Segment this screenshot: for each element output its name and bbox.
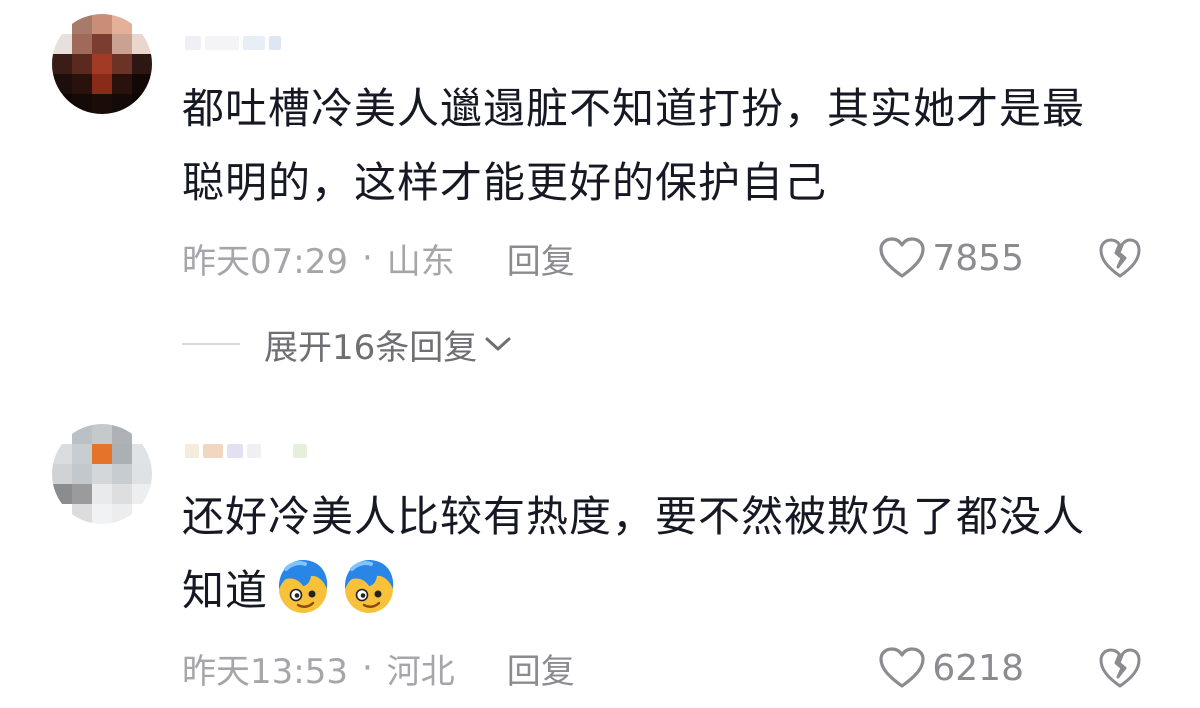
like-count: 6218 — [932, 647, 1024, 689]
expand-replies-button[interactable]: 展开16条回复 — [182, 322, 513, 368]
location: 山东 — [386, 241, 455, 282]
blue-hair-face-emoji — [278, 560, 328, 613]
avatar-mosaic — [52, 14, 152, 114]
meta-separator: · — [361, 238, 373, 278]
avatar-mosaic — [52, 424, 152, 524]
timestamp: 昨天13:53 — [182, 651, 348, 692]
timestamp: 昨天07:29 — [182, 241, 348, 282]
heart-icon — [879, 237, 925, 278]
comment-text-line: 还好冷美人比较有热度，要不然被欺负了都没人 — [182, 492, 1086, 541]
reply-button[interactable]: 回复 — [507, 644, 575, 693]
chevron-down-icon — [485, 337, 511, 351]
blue-hair-face-emoji — [344, 560, 394, 613]
heart-icon — [879, 647, 925, 688]
like-button[interactable]: 7855 — [878, 234, 1024, 282]
like-count: 7855 — [932, 237, 1024, 279]
username-blurred[interactable] — [185, 440, 325, 462]
avatar[interactable] — [52, 424, 152, 524]
username-blurred[interactable] — [185, 32, 325, 54]
comment-text: 都吐槽冷美人邋遢脏不知道打扮，其实她才是最 聪明的，这样才能更好的保护自己 — [182, 72, 1142, 220]
expand-replies-label: 展开16条回复 — [264, 327, 478, 368]
like-button[interactable]: 6218 — [878, 644, 1024, 692]
divider-line — [182, 343, 240, 345]
broken-heart-icon[interactable] — [1098, 646, 1142, 690]
comment-text: 还好冷美人比较有热度，要不然被欺负了都没人 知道 — [182, 480, 1142, 628]
comment-text-line: 知道 — [182, 554, 1142, 628]
avatar[interactable] — [52, 14, 152, 114]
comment-text-line: 聪明的，这样才能更好的保护自己 — [182, 158, 828, 207]
meta-separator: · — [361, 648, 373, 688]
comment-text-fragment: 知道 — [182, 566, 269, 615]
broken-heart-icon[interactable] — [1098, 236, 1142, 280]
comment-text-line: 都吐槽冷美人邋遢脏不知道打扮，其实她才是最 — [182, 84, 1086, 133]
location: 河北 — [386, 651, 455, 692]
reply-button[interactable]: 回复 — [507, 234, 575, 283]
